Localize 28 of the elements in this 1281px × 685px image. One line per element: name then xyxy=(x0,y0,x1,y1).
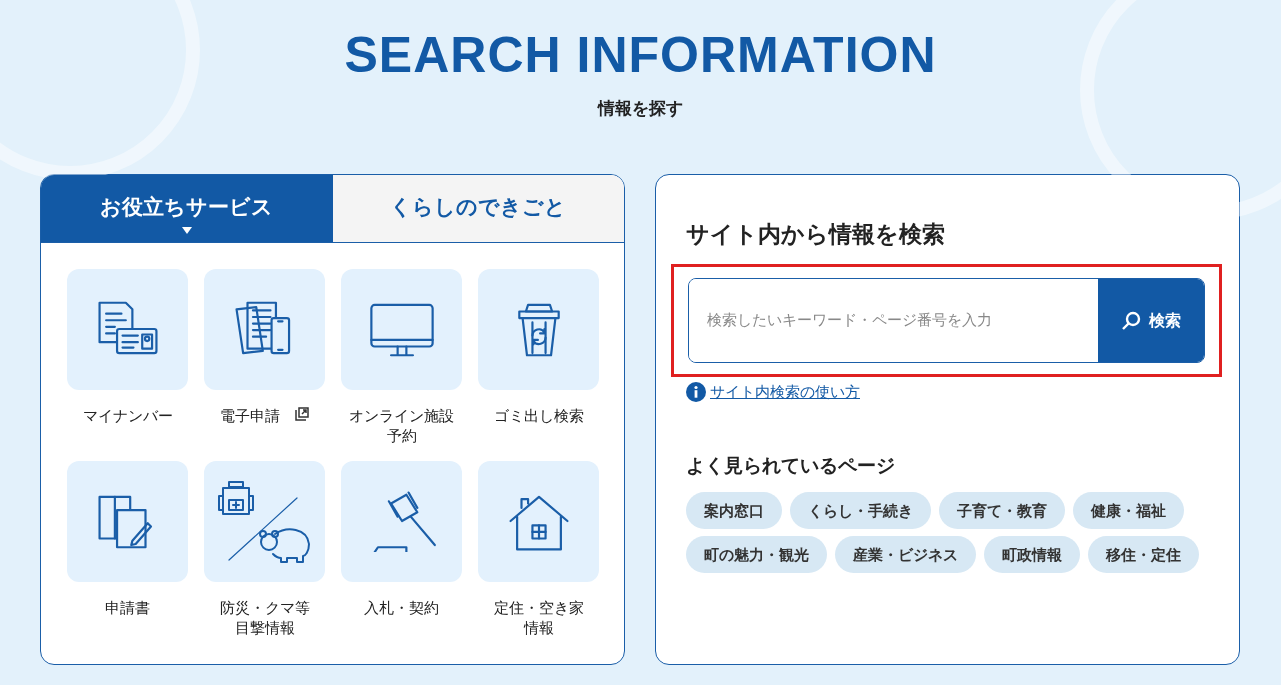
popular-heading: よく見られているページ xyxy=(686,453,896,477)
popular-page-tag[interactable]: 町の魅力・観光 xyxy=(686,536,827,574)
service-label: 申請書 xyxy=(105,598,150,617)
tab[interactable]: くらしのできごと xyxy=(332,174,624,243)
tab[interactable]: お役立ちサービス xyxy=(41,174,333,243)
service-label: オンライン施設 予約 xyxy=(349,406,454,445)
service-label: 入札・契約 xyxy=(364,598,439,617)
popular-page-tag[interactable]: 案内窓口 xyxy=(686,492,782,530)
page-title: SEARCH INFORMATION xyxy=(344,30,937,80)
popular-page-tag[interactable]: 町政情報 xyxy=(984,536,1080,574)
search-help-link[interactable]: サイト内検索の使い方 xyxy=(710,381,860,404)
page-subtitle: 情報を探す xyxy=(598,97,683,120)
popular-page-tag[interactable]: 健康・福祉 xyxy=(1073,492,1184,530)
search-field[interactable]: 検索したいキーワード・ページ番号を入力 検索 xyxy=(688,278,1205,364)
search-icon xyxy=(1121,310,1141,331)
search-heading: サイト内から情報を検索 xyxy=(686,220,946,249)
caret-icon xyxy=(181,226,192,234)
service-label: 防災・クマ等 目撃情報 xyxy=(219,598,310,637)
info-icon xyxy=(686,382,706,403)
popular-page-tag[interactable]: 産業・ビジネス xyxy=(835,536,976,574)
service-label: 電子申請 xyxy=(220,406,281,425)
service-label: ゴミ出し検索 xyxy=(493,406,584,425)
popular-page-tag[interactable]: 移住・定住 xyxy=(1088,536,1199,574)
popular-page-tag[interactable]: くらし・手続き xyxy=(790,492,931,530)
service-label: 定住・空き家 情報 xyxy=(493,598,584,637)
search-button[interactable]: 検索 xyxy=(1098,279,1204,363)
service-label: マイナンバー xyxy=(82,406,173,425)
popular-page-tag[interactable]: 子育て・教育 xyxy=(939,492,1065,530)
